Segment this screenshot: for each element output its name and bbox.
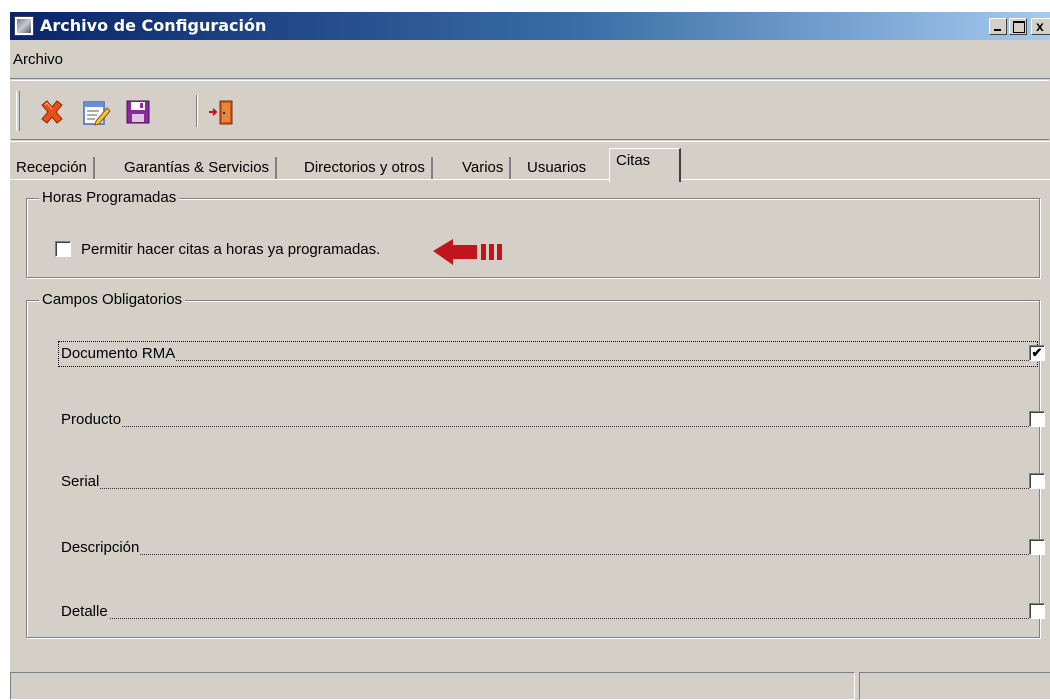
- permitir-citas-label[interactable]: Permitir hacer citas a horas ya programa…: [81, 241, 380, 258]
- app-icon[interactable]: [14, 16, 34, 36]
- exit-button[interactable]: [204, 95, 238, 129]
- serial-checkbox[interactable]: [1029, 473, 1045, 489]
- campos-obligatorios-group: Campos Obligatorios Documento RMA ✔ Prod…: [26, 291, 1045, 638]
- tab-citas[interactable]: Citas: [609, 148, 681, 182]
- tab-garantias-servicios[interactable]: Garantías & Servicios: [118, 157, 278, 180]
- tab-varios[interactable]: Varios: [456, 157, 512, 180]
- field-row-documento-rma[interactable]: Documento RMA ✔: [58, 341, 1045, 367]
- delete-x-icon: [41, 100, 63, 124]
- close-icon: x: [1036, 18, 1044, 34]
- window-title: Archivo de Configuración: [40, 16, 267, 35]
- edit-note-icon: [83, 101, 111, 126]
- field-row-descripcion[interactable]: Descripción: [61, 539, 1045, 559]
- producto-checkbox[interactable]: [1029, 411, 1045, 427]
- dotted-leader: [61, 360, 1031, 361]
- descripcion-checkbox[interactable]: [1029, 539, 1045, 555]
- toolbar: [10, 78, 1050, 142]
- menu-archivo[interactable]: Archivo: [13, 51, 63, 68]
- focus-indicator: [58, 341, 1038, 367]
- exit-door-icon: [209, 100, 233, 125]
- field-label-descripcion: Descripción: [61, 539, 141, 556]
- tab-usuarios[interactable]: Usuarios: [521, 157, 592, 180]
- red-arrow-annotation-icon: [433, 239, 502, 265]
- horas-programadas-legend: Horas Programadas: [39, 189, 180, 206]
- tab-panel-edge: [10, 179, 1050, 180]
- dotted-leader: [61, 426, 1031, 427]
- field-row-serial[interactable]: Serial: [61, 473, 1045, 493]
- field-label-serial: Serial: [61, 473, 101, 490]
- status-pane-main: [10, 672, 855, 700]
- tab-directorios-otros[interactable]: Directorios y otros: [298, 157, 433, 180]
- save-floppy-icon: [126, 100, 150, 124]
- field-label-documento-rma: Documento RMA: [61, 345, 177, 362]
- status-pane-secondary: [859, 672, 1050, 700]
- close-button[interactable]: x: [1031, 18, 1050, 35]
- tab-recepcion[interactable]: Recepción: [10, 157, 95, 180]
- minimize-button[interactable]: [989, 18, 1007, 35]
- edit-button[interactable]: [79, 95, 113, 129]
- status-bar: [10, 668, 1050, 700]
- permitir-citas-checkbox[interactable]: [55, 241, 71, 257]
- toolbar-frame: [11, 80, 1049, 140]
- title-bar[interactable]: Archivo de Configuración x: [10, 12, 1050, 40]
- config-window: Archivo de Configuración x Archivo Recep…: [9, 12, 1050, 700]
- field-label-producto: Producto: [61, 411, 123, 428]
- save-button[interactable]: [121, 95, 155, 129]
- tab-strip: Recepción Garantías & Servicios Director…: [10, 148, 1050, 182]
- toolbar-separator: [196, 95, 198, 127]
- delete-button[interactable]: [35, 95, 69, 129]
- maximize-button[interactable]: [1009, 18, 1027, 35]
- detalle-checkbox[interactable]: [1029, 603, 1045, 619]
- field-row-detalle[interactable]: Detalle: [61, 603, 1045, 623]
- field-row-producto[interactable]: Producto: [61, 411, 1045, 431]
- toolbar-grip[interactable]: [16, 91, 20, 131]
- campos-obligatorios-legend: Campos Obligatorios: [39, 291, 186, 308]
- dotted-leader: [61, 488, 1031, 489]
- menu-bar: Archivo: [10, 48, 1050, 72]
- horas-programadas-group: Horas Programadas Permitir hacer citas a…: [26, 189, 1040, 278]
- documento-rma-checkbox[interactable]: ✔: [1029, 345, 1045, 361]
- dotted-leader: [61, 554, 1031, 555]
- dotted-leader: [61, 618, 1031, 619]
- field-label-detalle: Detalle: [61, 603, 109, 620]
